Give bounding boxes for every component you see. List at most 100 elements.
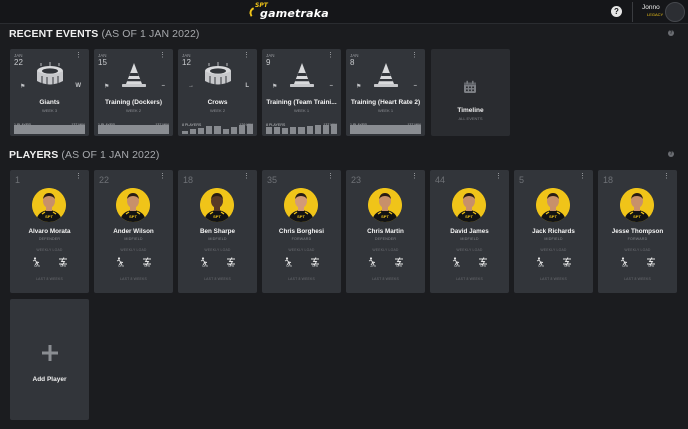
event-week: WEEK 1 — [293, 108, 310, 113]
player-name: David James — [450, 228, 489, 235]
event-day: 15 — [98, 58, 107, 67]
player-card[interactable]: 1 ⋮ SPT Alvaro Morata DEFENDER WEEKLY LOAD 0m 0… — [10, 170, 89, 293]
kebab-menu-icon[interactable]: ⋮ — [327, 173, 334, 180]
event-card[interactable]: JAN 9 ⋮ ⚑ – Training (Team Traini... WEEK 18 P… — [262, 49, 341, 136]
player-number: 35 — [267, 175, 278, 185]
event-bar — [274, 126, 281, 134]
sprint-icon — [226, 253, 236, 266]
player-avatar: SPT — [452, 188, 486, 222]
kebab-menu-icon[interactable]: ⋮ — [75, 173, 82, 180]
kebab-menu-icon[interactable]: ⋮ — [159, 52, 166, 59]
timeline-title: Timeline — [457, 107, 484, 114]
speed-stat-value: 0m — [622, 263, 628, 268]
player-card[interactable]: 5 ⋮ SPT Jack Richards MIDFIELD WEEKLY LOAD 0m 0… — [514, 170, 593, 293]
weekly-load-label: WEEKLY LOAD — [120, 248, 147, 252]
player-position: MIDFIELD — [460, 237, 479, 241]
kebab-menu-icon[interactable]: ⋮ — [327, 52, 334, 59]
training-cone-icon — [119, 62, 149, 88]
top-bar: SPT gametraka ? Jonno LEGACY — [0, 0, 688, 24]
player-avatar: SPT — [200, 188, 234, 222]
event-card[interactable]: JAN8⋮⚑–Training (Heart Rate 2)WEEK 11 PL… — [346, 49, 425, 136]
event-card[interactable]: JAN22⋮⚑WGiantsWEEK 31 PLAYER137 MIN — [10, 49, 89, 136]
players-info-icon[interactable]: ? — [668, 151, 674, 157]
weekly-load-label: WEEKLY LOAD — [36, 248, 63, 252]
running-icon — [200, 253, 210, 266]
player-card[interactable]: 18 ⋮ SPT Jesse Thompson FORWARD WEEKLY LOAD 0m… — [598, 170, 677, 293]
last-8-weeks-label: LAST 8 WEEKS — [288, 277, 315, 281]
event-week: WEEK 2 — [125, 108, 142, 113]
player-position: MIDFIELD — [124, 237, 143, 241]
weekly-load-label: WEEKLY LOAD — [288, 248, 315, 252]
kebab-menu-icon[interactable]: ⋮ — [411, 52, 418, 59]
player-card[interactable]: 18 ⋮ SPT Ben Sharpe MIDFIELD WEEKLY LOAD 0m 0m L… — [178, 170, 257, 293]
help-icon[interactable]: ? — [611, 6, 622, 17]
user-team: LEGACY — [647, 12, 664, 17]
kebab-menu-icon[interactable]: ⋮ — [243, 52, 250, 59]
timeline-card[interactable]: Timeline ALL EVENTS — [431, 49, 510, 136]
kebab-menu-icon[interactable]: ⋮ — [495, 173, 502, 180]
event-card[interactable]: JAN15⋮⚑–Training (Dockers)WEEK 21 PLAYER… — [94, 49, 173, 136]
gametraka-logo[interactable]: SPT gametraka — [247, 2, 329, 20]
weekly-load-label: WEEKLY LOAD — [456, 248, 483, 252]
weekly-load-label: WEEKLY LOAD — [540, 248, 567, 252]
player-name: Chris Borghesi — [278, 228, 325, 235]
sprint-stat: 0m — [560, 253, 574, 269]
last-8-weeks-label: LAST 8 WEEKS — [540, 277, 567, 281]
event-title: Crows — [207, 99, 228, 106]
add-player-card[interactable]: Add Player — [10, 299, 89, 420]
last-8-weeks-label: LAST 8 WEEKS — [204, 277, 231, 281]
sprint-stat: 0m — [224, 253, 238, 269]
event-week: WEEK 2 — [209, 108, 226, 113]
event-bar — [290, 127, 297, 134]
speed-stat: 0m — [198, 253, 212, 269]
kebab-menu-icon[interactable]: ⋮ — [159, 173, 166, 180]
kebab-menu-icon[interactable]: ⋮ — [579, 173, 586, 180]
player-card[interactable]: 22 ⋮ SPT Ander Wilson MIDFIELD WEEKLY LOAD 0m 0… — [94, 170, 173, 293]
sprint-icon — [142, 253, 152, 266]
event-title: Training (Heart Rate 2) — [350, 99, 421, 106]
sprint-stat-value: 0m — [228, 263, 234, 268]
speed-stat-value: 0m — [538, 263, 544, 268]
kebab-menu-icon[interactable]: ⋮ — [663, 173, 670, 180]
last-8-weeks-label: LAST 8 WEEKS — [36, 277, 63, 281]
event-title: Training (Dockers) — [104, 99, 163, 106]
speed-stat-value: 0m — [202, 263, 208, 268]
event-bar — [14, 125, 85, 134]
event-week: WEEK 3 — [41, 108, 58, 113]
speed-stat-value: 2m — [370, 263, 376, 268]
kebab-menu-icon[interactable]: ⋮ — [75, 52, 82, 59]
player-card[interactable]: 35 ⋮ SPT Chris Borghesi FORWARD WEEKLY LOAD 0m… — [262, 170, 341, 293]
last-8-weeks-label: LAST 8 WEEKS — [372, 277, 399, 281]
sprint-icon — [646, 253, 656, 266]
player-avatar: SPT — [32, 188, 66, 222]
sprint-stat: 0m — [476, 253, 490, 269]
running-icon — [284, 253, 294, 266]
svg-text:SPT: SPT — [633, 214, 641, 219]
sprint-stat-value: 0m — [60, 263, 66, 268]
event-bar — [322, 125, 329, 134]
speed-stat: 0m — [30, 253, 44, 269]
user-avatar[interactable] — [665, 2, 685, 22]
event-day: 22 — [14, 58, 23, 67]
player-position: DEFENDER — [374, 237, 397, 241]
event-bar — [206, 126, 213, 134]
players-heading: PLAYERS (AS OF 1 JAN 2022) — [9, 149, 159, 161]
event-load-bars — [350, 124, 421, 134]
speed-stat: 0m — [450, 253, 464, 269]
kebab-menu-icon[interactable]: ⋮ — [243, 173, 250, 180]
player-number: 5 — [519, 175, 525, 185]
header-divider — [632, 2, 633, 22]
recent-events-info-icon[interactable]: ? — [668, 30, 674, 36]
event-card[interactable]: JAN12⋮→LCrowsWEEK 28 PLAYERS129 MIN — [178, 49, 257, 136]
player-card[interactable]: 23 ⋮ SPT Chris Martin DEFENDER WEEKLY LOAD 2m 0… — [346, 170, 425, 293]
user-name[interactable]: Jonno — [642, 4, 660, 11]
running-icon — [536, 253, 546, 266]
event-bar — [222, 129, 229, 134]
add-player-label: Add Player — [32, 376, 67, 383]
event-result: L — [245, 83, 249, 89]
running-icon — [368, 253, 378, 266]
kebab-menu-icon[interactable]: ⋮ — [411, 173, 418, 180]
player-card[interactable]: 44 ⋮ SPT David James MIDFIELD WEEKLY LOAD 0m 0m… — [430, 170, 509, 293]
event-bar — [298, 127, 305, 134]
sprint-stat: 0m — [140, 253, 154, 269]
